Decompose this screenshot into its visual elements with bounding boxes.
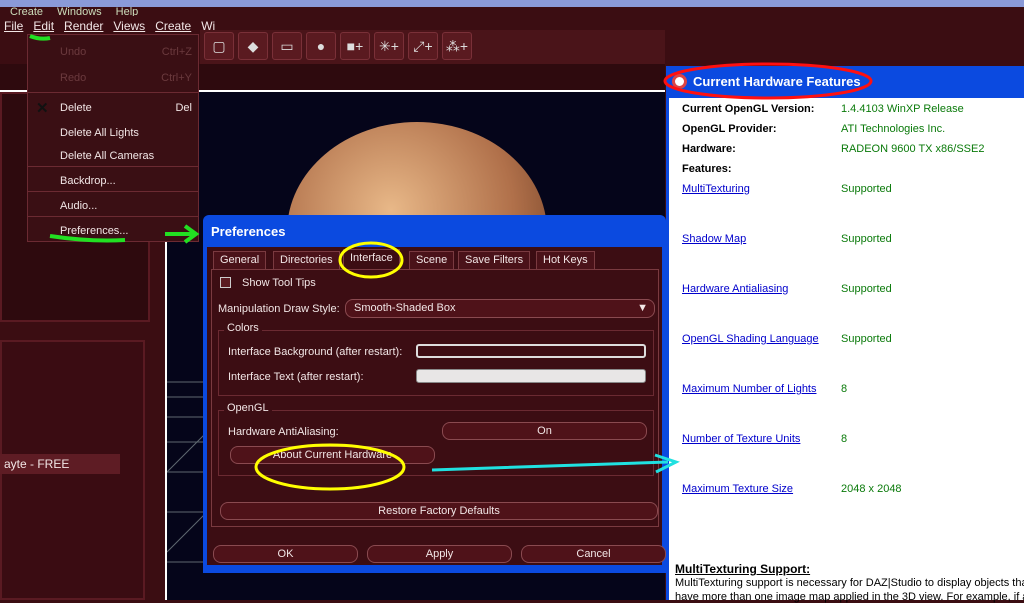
delete-x-icon: ✕ (36, 100, 49, 117)
feature-value: 8 (841, 383, 848, 395)
show-tooltips-checkbox[interactable] (220, 277, 231, 288)
feature-value: Supported (841, 183, 892, 195)
tab-interface[interactable]: Interface (343, 249, 400, 270)
app-icon (672, 74, 687, 89)
preferences-title: Preferences (211, 224, 286, 239)
add-light-icon[interactable]: ✳+ (374, 32, 404, 60)
text-color-label: Interface Text (after restart): (228, 371, 364, 383)
draw-style-label: Manipulation Draw Style: (218, 303, 340, 315)
menu-item-redo: Redo Ctrl+Y (60, 72, 192, 84)
screen-top-strip (0, 0, 1024, 7)
aa-toggle-button[interactable]: On (442, 422, 647, 440)
sphere-icon[interactable]: ● (306, 32, 336, 60)
support-text-line1: MultiTexturing support is necessary for … (675, 577, 1024, 589)
features-label: Features: (682, 163, 732, 175)
draw-style-select[interactable]: Smooth-Shaded Box ▼ (345, 299, 655, 318)
add-camera-icon[interactable]: ■+ (340, 32, 370, 60)
menu-help: Help (115, 6, 139, 16)
hardware-features-window: Current Hardware Features Current OpenGL… (666, 66, 1024, 603)
feature-link[interactable]: Maximum Number of Lights (682, 383, 817, 395)
opengl-group-label: OpenGL (224, 402, 272, 414)
tab-directories[interactable]: Directories (273, 251, 340, 269)
box-icon[interactable]: ▢ (204, 32, 234, 60)
about-current-hardware-button[interactable]: About Current Hardware (230, 446, 435, 464)
menu-render[interactable]: Render (64, 19, 103, 33)
feature-link[interactable]: Number of Texture Units (682, 433, 800, 445)
feature-value: Supported (841, 333, 892, 345)
feature-link[interactable]: Maximum Texture Size (682, 483, 793, 495)
interface-tab-pane: Show Tool Tips Manipulation Draw Style: … (211, 269, 659, 527)
feature-link[interactable]: Shadow Map (682, 233, 746, 245)
hardware-window-title: Current Hardware Features (693, 74, 861, 89)
hardware-value: RADEON 9600 TX x86/SSE2 (841, 143, 985, 155)
background-menubar: Create Windows Help (10, 6, 138, 16)
tab-general[interactable]: General (213, 251, 267, 269)
cancel-button[interactable]: Cancel (521, 545, 666, 563)
toolbar: ▢ ◆ ▭ ● ■+ ✳+ ⤢+ ⁂+ (200, 30, 665, 64)
eraser-icon[interactable]: ◆ (238, 32, 268, 60)
preferences-dialog: Preferences General Directories Interfac… (203, 215, 666, 573)
opengl-version-value: 1.4.4103 WinXP Release (841, 103, 964, 115)
colors-group-label: Colors (224, 322, 262, 334)
add-distant-light-icon[interactable]: ⁂+ (442, 32, 472, 60)
aa-label: Hardware AntiAliasing: (228, 426, 339, 438)
menu-windows: Windows (57, 6, 102, 16)
menu-item-delete-all-lights[interactable]: Delete All Lights (28, 122, 198, 146)
menubar: File Edit Render Views Create Wi (0, 16, 215, 36)
provider-label: OpenGL Provider: (682, 123, 777, 135)
feature-link[interactable]: Hardware Antialiasing (682, 283, 788, 295)
chevron-down-icon: ▼ (637, 302, 648, 314)
feature-value: Supported (841, 233, 892, 245)
menu-views[interactable]: Views (113, 19, 145, 33)
frame-icon[interactable]: ▭ (272, 32, 302, 60)
menu-item-preferences[interactable]: Preferences... (28, 220, 198, 244)
bg-color-swatch[interactable] (416, 344, 646, 358)
apply-button[interactable]: Apply (367, 545, 512, 563)
bg-color-label: Interface Background (after restart): (228, 346, 403, 358)
feature-value: Supported (841, 283, 892, 295)
text-color-swatch[interactable] (416, 369, 646, 383)
hardware-label: Hardware: (682, 143, 736, 155)
feature-value: 2048 x 2048 (841, 483, 902, 495)
tab-hot-keys[interactable]: Hot Keys (536, 251, 595, 269)
edit-menu-dropdown: Undo Ctrl+Z Redo Ctrl+Y ✕ Delete Del Delete … (27, 34, 199, 242)
feature-link[interactable]: MultiTexturing (682, 183, 750, 195)
menu-create: Create (10, 6, 44, 16)
show-tooltips-label: Show Tool Tips (242, 277, 316, 289)
menu-item-delete[interactable]: ✕ Delete Del (28, 97, 198, 121)
feature-value: 8 (841, 433, 848, 445)
menu-edit[interactable]: Edit (33, 19, 54, 33)
support-heading: MultiTexturing Support: (675, 562, 811, 576)
support-text-line2: have more than one image map applied in … (675, 591, 1024, 603)
restore-defaults-button[interactable]: Restore Factory Defaults (220, 502, 658, 520)
menu-create[interactable]: Create (155, 19, 191, 33)
tab-save-filters[interactable]: Save Filters (458, 251, 531, 269)
menu-item-undo: Undo Ctrl+Z (60, 46, 192, 58)
feature-link[interactable]: OpenGL Shading Language (682, 333, 819, 345)
add-spotlight-icon[interactable]: ⤢+ (408, 32, 438, 60)
provider-value: ATI Technologies Inc. (841, 123, 946, 135)
opengl-version-label: Current OpenGL Version: (682, 103, 815, 115)
ok-button[interactable]: OK (213, 545, 358, 563)
tab-scene[interactable]: Scene (409, 251, 455, 269)
library-item-selected[interactable]: ayte - FREE (0, 454, 120, 474)
menu-file[interactable]: File (4, 19, 23, 33)
